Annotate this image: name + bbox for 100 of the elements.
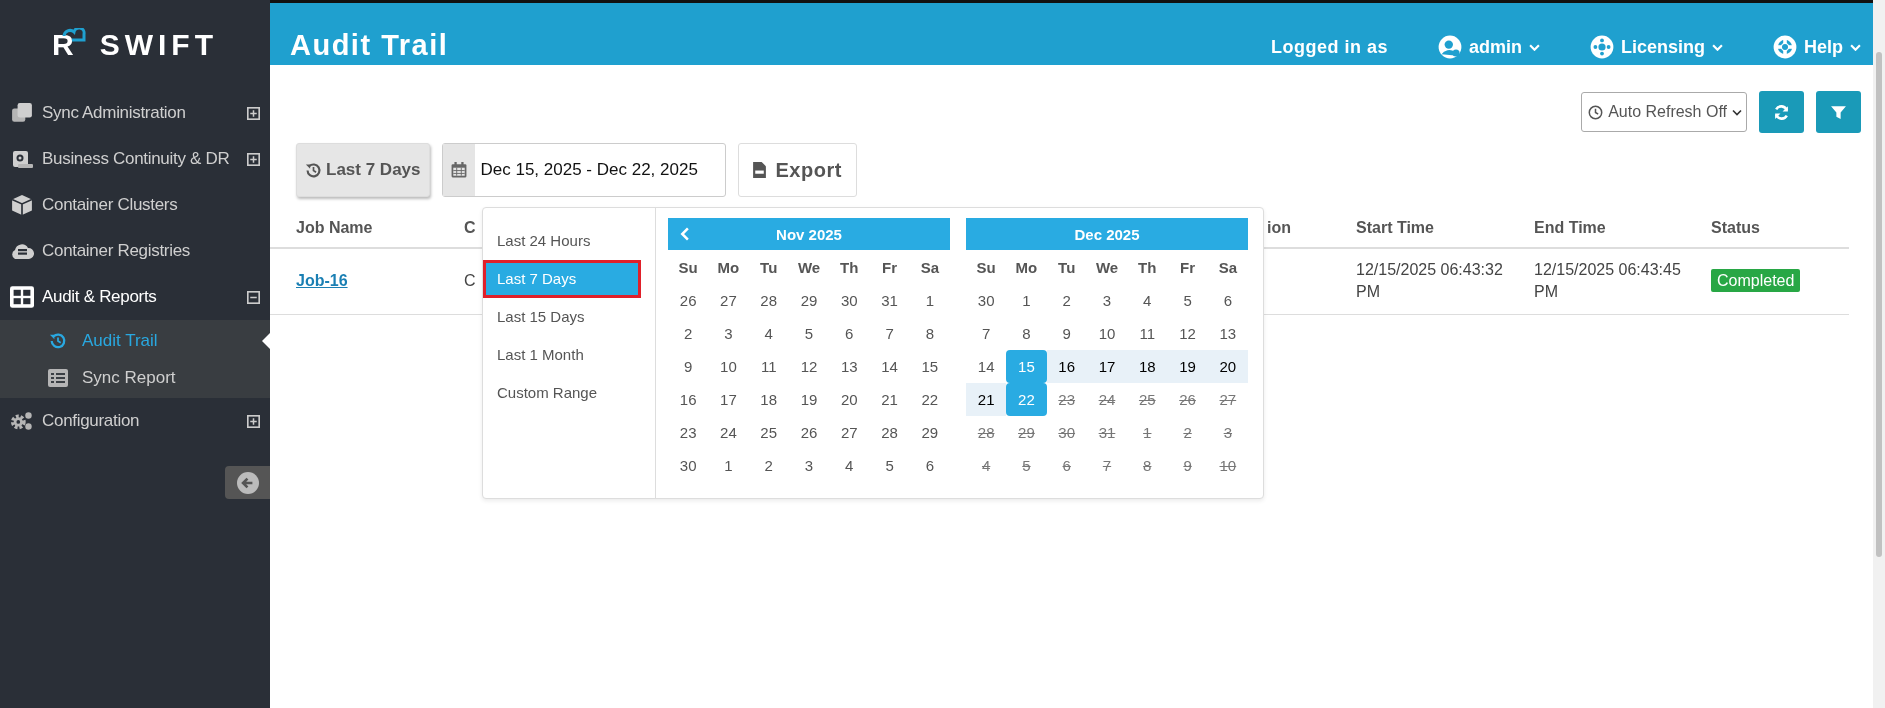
calendar-day[interactable]: 14 — [869, 350, 910, 383]
calendar-day[interactable]: 17 — [1086, 350, 1128, 383]
job-link[interactable]: Job-16 — [296, 272, 348, 290]
calendar-day[interactable]: 5 — [1167, 284, 1208, 317]
calendar-day[interactable]: 5 — [869, 449, 910, 482]
calendar-day[interactable]: 20 — [829, 383, 870, 416]
calendar-day: 31 — [1086, 416, 1128, 449]
calendar-day[interactable]: 18 — [1127, 350, 1168, 383]
calendar-day[interactable]: 8 — [1006, 317, 1047, 350]
submenu-item[interactable]: Audit Trail — [0, 322, 270, 359]
calendar-day[interactable]: 1 — [1006, 284, 1047, 317]
calendar-day[interactable]: 16 — [668, 383, 709, 416]
calendar-day[interactable]: 24 — [708, 416, 749, 449]
range-option[interactable]: Last 1 Month — [483, 336, 655, 374]
calendar-day[interactable]: 3 — [1086, 284, 1128, 317]
expand-icon[interactable] — [247, 152, 260, 166]
calendar-day[interactable]: 19 — [788, 383, 830, 416]
calendar-day[interactable]: 7 — [869, 317, 910, 350]
calendar-day[interactable]: 4 — [829, 449, 870, 482]
calendar-day[interactable]: 26 — [668, 284, 709, 317]
calendar-day[interactable]: 29 — [788, 284, 830, 317]
weekday-label: Th — [1137, 258, 1158, 278]
calendar-day[interactable]: 3 — [788, 449, 830, 482]
calendar-day: 3 — [1207, 416, 1248, 449]
previous-month-icon[interactable] — [680, 227, 689, 241]
calendar-day[interactable]: 10 — [708, 350, 749, 383]
calendar-day[interactable]: 2 — [668, 317, 709, 350]
calendar-day[interactable]: 18 — [748, 383, 789, 416]
calendar-day[interactable]: 28 — [748, 284, 789, 317]
range-option[interactable]: Last 15 Days — [483, 298, 655, 336]
calendar-day[interactable]: 12 — [788, 350, 830, 383]
date-range-field[interactable]: Dec 15, 2025 - Dec 22, 2025 — [441, 143, 726, 197]
calendar-day[interactable]: 2 — [748, 449, 789, 482]
calendar-day[interactable]: 21 — [966, 383, 1007, 416]
calendar-day[interactable]: 5 — [788, 317, 830, 350]
calendar-day[interactable]: 1 — [909, 284, 950, 317]
chevron-down-icon — [1712, 43, 1723, 51]
calendar-day[interactable]: 11 — [748, 350, 789, 383]
calendar-day[interactable]: 9 — [1046, 317, 1087, 350]
calendar-day[interactable]: 21 — [869, 383, 910, 416]
lifebuoy-icon — [1773, 35, 1797, 59]
refresh-button[interactable] — [1759, 91, 1804, 133]
calendar-day[interactable]: 31 — [869, 284, 910, 317]
calendar-day[interactable]: 30 — [966, 284, 1007, 317]
calendar-day[interactable]: 13 — [829, 350, 870, 383]
calendar-day[interactable]: 9 — [668, 350, 709, 383]
calendar-day[interactable]: 6 — [829, 317, 870, 350]
sidebar-item[interactable]: Sync Administration — [0, 90, 270, 136]
calendar-day[interactable]: 3 — [708, 317, 749, 350]
calendar-day[interactable]: 26 — [788, 416, 830, 449]
expand-icon[interactable] — [247, 106, 260, 120]
sidebar-item[interactable]: Container Clusters — [0, 182, 270, 228]
logo-mark: R — [52, 28, 90, 62]
calendar-day[interactable]: 7 — [966, 317, 1007, 350]
history-icon — [48, 331, 68, 350]
calendar-day[interactable]: 30 — [668, 449, 709, 482]
calendar-day[interactable]: 25 — [748, 416, 789, 449]
calendar-icon — [450, 162, 467, 178]
calendar-day[interactable]: 27 — [708, 284, 749, 317]
calendar-day[interactable]: 20 — [1207, 350, 1248, 383]
export-button[interactable]: Export — [737, 143, 857, 197]
calendar-day[interactable]: 4 — [1127, 284, 1168, 317]
calendar-day[interactable]: 14 — [966, 350, 1007, 383]
collapse-icon[interactable] — [247, 290, 260, 304]
calendar-day[interactable]: 27 — [829, 416, 870, 449]
preset-range-button[interactable]: Last 7 Days — [296, 143, 430, 197]
collapse-sidebar-button[interactable] — [225, 466, 270, 499]
range-option[interactable]: Custom Range — [483, 374, 655, 412]
refresh-icon — [1773, 103, 1790, 121]
sidebar-item[interactable]: Configuration — [0, 398, 270, 444]
calendar-day[interactable]: 6 — [909, 449, 950, 482]
calendar-day[interactable]: 1 — [708, 449, 749, 482]
range-option[interactable]: Last 24 Hours — [483, 222, 655, 260]
calendar-day[interactable]: 30 — [829, 284, 870, 317]
calendar-day[interactable]: 22 — [909, 383, 950, 416]
submenu-item[interactable]: Sync Report — [0, 359, 270, 396]
chevron-down-icon — [1732, 108, 1742, 116]
sidebar-item[interactable]: Container Registries — [0, 228, 270, 274]
auto-refresh-select[interactable]: Auto Refresh Off — [1581, 92, 1747, 132]
calendar-day[interactable]: 15 — [909, 350, 950, 383]
calendar-day: 2 — [1167, 416, 1208, 449]
calendar-day[interactable]: 11 — [1127, 317, 1168, 350]
calendar-day: 9 — [1167, 449, 1208, 482]
filter-button[interactable] — [1816, 91, 1861, 133]
sidebar-item[interactable]: Audit & Reports — [0, 274, 270, 320]
sidebar-item[interactable]: Business Continuity & DR — [0, 136, 270, 182]
calendar-day[interactable]: 16 — [1046, 350, 1087, 383]
calendar-day[interactable]: 8 — [909, 317, 950, 350]
calendar-day[interactable]: 23 — [668, 416, 709, 449]
expand-icon[interactable] — [247, 414, 260, 428]
calendar-day[interactable]: 12 — [1167, 317, 1208, 350]
calendar-day[interactable]: 6 — [1207, 284, 1248, 317]
calendar-day[interactable]: 29 — [909, 416, 950, 449]
calendar-day[interactable]: 13 — [1207, 317, 1248, 350]
calendar-day[interactable]: 4 — [748, 317, 789, 350]
calendar-day[interactable]: 19 — [1167, 350, 1208, 383]
calendar-day[interactable]: 17 — [708, 383, 749, 416]
calendar-day[interactable]: 10 — [1086, 317, 1128, 350]
calendar-day[interactable]: 2 — [1046, 284, 1087, 317]
calendar-day[interactable]: 28 — [869, 416, 910, 449]
